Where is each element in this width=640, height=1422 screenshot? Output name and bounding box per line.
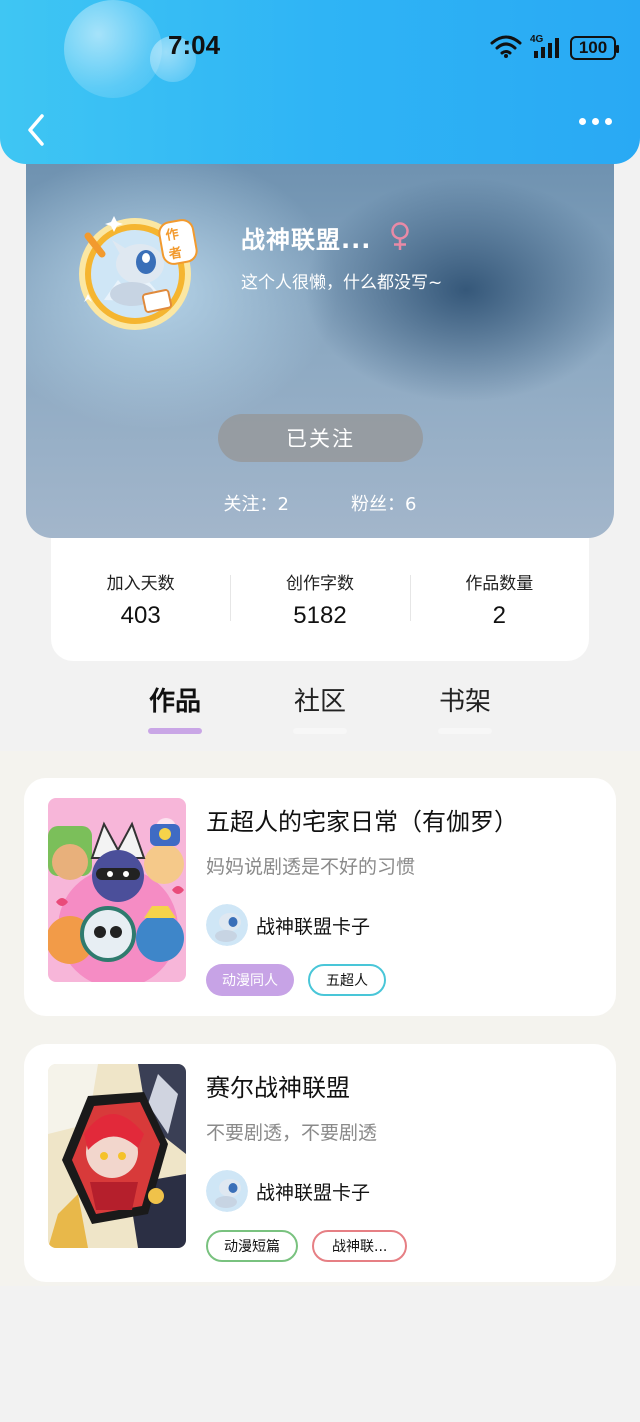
stat-word-count: 创作字数 5182 xyxy=(230,569,409,630)
more-dot-icon xyxy=(592,118,599,125)
follow-stats: 关注：2 粉丝：6 xyxy=(26,490,614,516)
decor-bubble xyxy=(64,0,162,98)
top-bar: 7:04 4G 100 xyxy=(0,0,640,164)
female-gender-icon xyxy=(389,221,411,255)
profile-bio: 这个人很懒，什么都没写~ xyxy=(241,273,443,293)
tab-label: 书架 xyxy=(438,687,491,717)
work-cover[interactable] xyxy=(48,1064,186,1248)
work-card[interactable]: 赛尔战神联盟 不要剧透，不要剧透 战神联盟卡子 动漫短篇 战神联... xyxy=(24,1044,616,1282)
work-tags: 动漫同人 五超人 xyxy=(206,964,386,996)
nickname-row: 战神联盟... xyxy=(241,220,411,255)
wifi-icon xyxy=(490,34,522,62)
chevron-left-icon xyxy=(28,114,44,146)
cover-cartoon-heroes-icon xyxy=(48,798,186,982)
more-dot-icon xyxy=(605,118,612,125)
back-button[interactable] xyxy=(20,110,56,150)
author-name: 战神联盟卡子 xyxy=(256,1181,371,1204)
work-author[interactable]: 战神联盟卡子 xyxy=(206,1170,370,1212)
work-description: 妈妈说剧透是不好的习惯 xyxy=(206,856,416,878)
tab-indicator xyxy=(438,728,492,734)
avatar-robot-icon xyxy=(206,904,248,946)
tab-works[interactable]: 作品 xyxy=(130,681,220,734)
work-tags: 动漫短篇 战神联... xyxy=(206,1230,408,1262)
work-title[interactable]: 五超人的宅家日常（有伽罗） xyxy=(206,802,518,837)
more-dot-icon xyxy=(579,118,586,125)
author-avatar xyxy=(206,904,248,946)
tag-topic[interactable]: 五超人 xyxy=(308,964,386,996)
work-title[interactable]: 赛尔战神联盟 xyxy=(206,1068,350,1103)
follow-button[interactable]: 已关注 xyxy=(218,414,423,462)
stat-value: 403 xyxy=(120,602,161,629)
stat-label: 创作字数 xyxy=(285,574,354,594)
work-author[interactable]: 战神联盟卡子 xyxy=(206,904,370,946)
author-avatar xyxy=(206,1170,248,1212)
profile-avatar[interactable]: 作者 xyxy=(74,210,200,332)
work-cover[interactable] xyxy=(48,798,186,982)
tab-indicator xyxy=(293,728,347,734)
tab-bookshelf[interactable]: 书架 xyxy=(420,681,510,734)
battery-indicator: 100 xyxy=(570,36,619,60)
stat-value: 2 xyxy=(492,602,506,629)
followers-count[interactable]: 粉丝：6 xyxy=(351,490,416,516)
following-count[interactable]: 关注：2 xyxy=(224,490,289,516)
avatar-robot-icon xyxy=(206,1170,248,1212)
stat-works-count: 作品数量 2 xyxy=(409,569,589,630)
nickname: 战神联盟... xyxy=(241,226,372,254)
tab-label: 作品 xyxy=(148,687,201,717)
status-icons: 4G 100 xyxy=(490,34,619,62)
cell-signal-icon: 4G xyxy=(530,34,562,60)
work-card[interactable]: 五超人的宅家日常（有伽罗） 妈妈说剧透是不好的习惯 战神联盟卡子 动漫同人 五超… xyxy=(24,778,616,1016)
stat-label: 加入天数 xyxy=(106,574,175,594)
tab-label: 社区 xyxy=(293,687,346,717)
status-time: 7:04 xyxy=(168,30,221,60)
stats-box: 加入天数 403 创作字数 5182 作品数量 2 xyxy=(51,538,589,661)
tab-indicator xyxy=(148,728,202,734)
tag-category[interactable]: 动漫短篇 xyxy=(206,1230,298,1262)
works-list: 五超人的宅家日常（有伽罗） 妈妈说剧透是不好的习惯 战神联盟卡子 动漫同人 五超… xyxy=(0,751,640,1286)
work-description: 不要剧透，不要剧透 xyxy=(206,1122,378,1144)
stat-value: 5182 xyxy=(293,602,347,629)
tag-category[interactable]: 动漫同人 xyxy=(206,964,294,996)
stat-label: 作品数量 xyxy=(465,574,534,594)
tab-community[interactable]: 社区 xyxy=(275,681,365,734)
stat-join-days: 加入天数 403 xyxy=(51,569,230,630)
tab-bar: 作品 社区 书架 xyxy=(0,661,640,751)
tag-topic[interactable]: 战神联... xyxy=(312,1230,408,1262)
profile-card: 作者 战神联盟... 这个人很懒，什么都没写~ 已关注 关注：2 粉丝：6 xyxy=(26,140,614,538)
more-options-button[interactable] xyxy=(579,118,612,125)
cover-cartoon-warrior-icon xyxy=(48,1064,186,1248)
author-name: 战神联盟卡子 xyxy=(256,915,371,938)
